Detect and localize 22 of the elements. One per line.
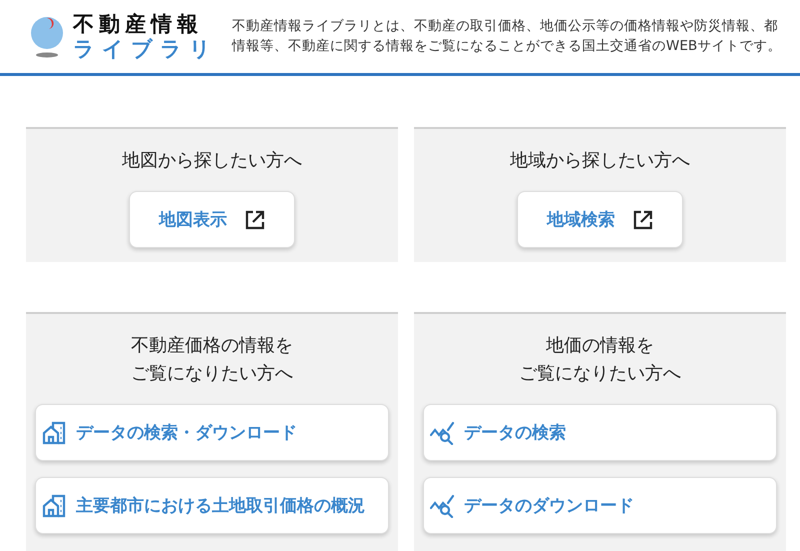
- card-title: 不動産価格の情報を: [131, 334, 293, 358]
- link-button[interactable]: データの検索・ダウンロード: [35, 404, 389, 461]
- external-link-icon: [245, 210, 265, 230]
- building-icon: [42, 494, 68, 518]
- link-button[interactable]: 地域検索: [517, 191, 683, 248]
- chart-search-icon: [430, 494, 456, 518]
- logo-subtitle: ライブラリ: [73, 36, 218, 61]
- card-title: ご覧になりたい方へ: [131, 362, 293, 386]
- card-title: 地価の情報を: [546, 334, 654, 358]
- card-title: 地域から探したい方へ: [510, 149, 690, 173]
- logo-title: 不動産情報: [73, 12, 204, 36]
- external-link-icon: [633, 210, 653, 230]
- link-button[interactable]: データの検索: [423, 404, 777, 461]
- description-line: 情報等、不動産に関する情報をご覧になることができる国土交通省のWEBサイトです。: [232, 36, 782, 56]
- card-title: ご覧になりたい方へ: [519, 362, 681, 386]
- link-button[interactable]: 地図表示: [129, 191, 295, 248]
- link-button[interactable]: 主要都市における土地取引価格の概況: [35, 477, 389, 534]
- description-line: 不動産情報ライブラリとは、不動産の取引価格、地価公示等の価格情報や防災情報、都: [232, 16, 779, 36]
- link-button[interactable]: データのダウンロード: [423, 477, 777, 534]
- building-icon: [42, 420, 68, 444]
- chart-search-icon: [430, 420, 456, 444]
- card-title: 地図から探したい方へ: [122, 149, 302, 173]
